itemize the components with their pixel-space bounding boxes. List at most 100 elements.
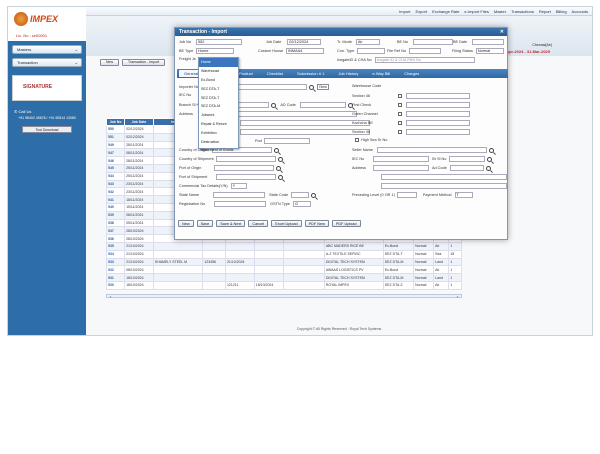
sidebar-item-masters[interactable]: Masters ⌄	[12, 45, 82, 54]
port-origin-field[interactable]	[214, 165, 275, 171]
excel-upload-button[interactable]: Excel Upload	[271, 220, 302, 227]
dropdown-option[interactable]: Warehouse	[199, 67, 238, 76]
be-type-select[interactable]: Home	[196, 48, 235, 54]
table-row[interactable]: 531 18/10/2024 DIGITAL TECH SYSTEM SEZ DTA-…	[105, 273, 462, 282]
table-row[interactable]: 534 21/10/2024 A-Z TEXTILE SERVIC SEZ DTA-T…	[105, 249, 462, 259]
preceding-field[interactable]	[396, 192, 417, 198]
search-icon[interactable]	[311, 192, 317, 198]
menu-import[interactable]: Import	[399, 9, 410, 14]
menu-report[interactable]: Report	[539, 9, 551, 14]
seller-field[interactable]	[376, 147, 487, 153]
country-shipment-field[interactable]	[215, 156, 276, 162]
filing-status-select[interactable]: Normal	[475, 48, 504, 54]
save-next-button[interactable]: Save & Next	[216, 220, 246, 227]
tab-checklist[interactable]: Checklist	[262, 70, 288, 77]
cancel-button[interactable]: Cancel	[248, 220, 269, 227]
seller-ad-field[interactable]	[449, 165, 484, 171]
search-icon[interactable]	[278, 174, 284, 180]
first-check-field[interactable]	[406, 102, 470, 108]
kachcha-checkbox[interactable]	[398, 121, 402, 125]
kachcha-field[interactable]	[406, 120, 470, 126]
state-code-field[interactable]	[291, 192, 310, 198]
commercial-tax-select[interactable]: Y	[230, 183, 247, 189]
table-row[interactable]: 532 08/10/2024 AWAAS LOGISTICS PV Ex-Bond No…	[105, 265, 462, 275]
job-date-field[interactable]: 02/12/2024	[287, 39, 322, 45]
dropdown-option[interactable]: Home	[199, 58, 238, 67]
address-line-2[interactable]	[240, 120, 370, 126]
be-no-field[interactable]	[412, 39, 453, 45]
search-icon[interactable]	[485, 165, 491, 171]
close-icon[interactable]: ✕	[500, 29, 504, 35]
search-icon[interactable]	[277, 156, 283, 162]
new-importer-button[interactable]: New	[317, 84, 329, 90]
dropdown-option[interactable]: SEZ DTA-T	[199, 84, 238, 93]
custom-house-field[interactable]: INMAA4	[286, 48, 325, 54]
save-button[interactable]: Save	[196, 220, 214, 227]
tab-charges[interactable]: Charges	[399, 70, 424, 77]
pdf-upload-button[interactable]: PDF Upload	[331, 220, 361, 227]
menu-master[interactable]: Master	[494, 9, 506, 14]
high-sea-checkbox[interactable]	[355, 138, 359, 142]
seller-address-1[interactable]	[372, 165, 429, 171]
menu-export[interactable]: Export	[416, 9, 428, 14]
dropdown-option[interactable]: Jobwork	[199, 111, 238, 120]
search-icon[interactable]	[487, 156, 493, 162]
payment-select[interactable]: T	[454, 192, 473, 198]
new-button[interactable]: New	[100, 59, 120, 66]
table-row[interactable]: 530 18/10/2024 121211 18/10/2024 ROYAL IMPEX…	[105, 280, 462, 290]
first-check-checkbox[interactable]	[398, 103, 402, 107]
menu-billing[interactable]: Billing	[556, 9, 567, 14]
dropdown-option[interactable]: Repair & Return	[199, 120, 238, 129]
menu-accounts[interactable]: Accounts	[572, 9, 588, 14]
search-icon[interactable]	[309, 84, 315, 90]
tab-transaction-import[interactable]: Transaction - Import	[122, 59, 166, 66]
br-sl-field[interactable]	[449, 156, 486, 162]
section48-checkbox[interactable]	[398, 130, 402, 134]
port-shipment-field[interactable]	[216, 174, 277, 180]
sidebar-item-transaction[interactable]: Transaction ⌄	[12, 58, 82, 67]
arrow-left-icon[interactable]: ‹	[110, 294, 111, 299]
green-channel-checkbox[interactable]	[398, 112, 402, 116]
search-icon[interactable]	[273, 147, 279, 153]
con-type-select[interactable]	[357, 48, 386, 54]
address-line-3[interactable]	[240, 129, 370, 135]
tool-download-button[interactable]: Tool Download	[22, 126, 72, 133]
tab-e-way-bill[interactable]: e-Way Bill	[367, 70, 395, 77]
dropdown-option[interactable]: SEZ DTA-M	[199, 102, 238, 111]
dropdown-option[interactable]: Destruction	[199, 137, 238, 146]
arrow-right-icon[interactable]: ›	[457, 294, 458, 299]
registration-field[interactable]	[214, 201, 267, 207]
section46-field[interactable]	[406, 93, 470, 99]
search-icon[interactable]	[276, 165, 282, 171]
dropdown-option[interactable]: Movement of Goods	[199, 146, 238, 155]
dropdown-option[interactable]: Exhibition	[199, 128, 238, 137]
seller-iec-field[interactable]	[373, 156, 430, 162]
icegate-field[interactable]: Icegate ID & CHA PAN No	[374, 57, 475, 63]
table-row[interactable]: 535 21/10/2024 ABC MADERS RICE BE Ex-Bond No…	[105, 241, 462, 251]
menu-e-import-files[interactable]: e-Import Files	[464, 9, 488, 14]
tab-job-history[interactable]: Job History	[333, 70, 363, 77]
menu-exchange-rate[interactable]: Exchange Rate	[432, 9, 459, 14]
seller-address-2[interactable]	[381, 174, 507, 180]
new-button[interactable]: New	[178, 220, 194, 227]
search-icon[interactable]	[271, 102, 277, 108]
section46-checkbox[interactable]	[398, 94, 402, 98]
file-ref-field[interactable]	[409, 48, 441, 54]
green-channel-field[interactable]	[406, 111, 470, 117]
tab-submission-1[interactable]: Submission # 1	[292, 70, 329, 77]
pdf-new-button[interactable]: PDF New	[304, 220, 329, 227]
dropdown-option[interactable]: Ex-Bond	[199, 76, 238, 85]
ad-code-field[interactable]	[299, 102, 346, 108]
tr-mode-select[interactable]: Air	[355, 39, 380, 45]
state-name-field[interactable]	[213, 192, 266, 198]
port-field[interactable]	[263, 138, 310, 144]
job-no-field[interactable]: 552	[196, 39, 243, 45]
search-icon[interactable]	[488, 147, 494, 153]
table-row[interactable]: 533 21/10/2024 SHAMELY STEEL M 123456 21/10/…	[105, 257, 462, 267]
table-scrollbar[interactable]: ‹ ›	[106, 294, 462, 299]
dropdown-option[interactable]: SEZ DTA-T	[199, 93, 238, 102]
gstin-type-select[interactable]: G	[292, 201, 311, 207]
menu-transactions[interactable]: Transactions	[511, 9, 534, 14]
seller-address-3[interactable]	[381, 183, 507, 189]
be-date-field[interactable]	[472, 39, 505, 45]
